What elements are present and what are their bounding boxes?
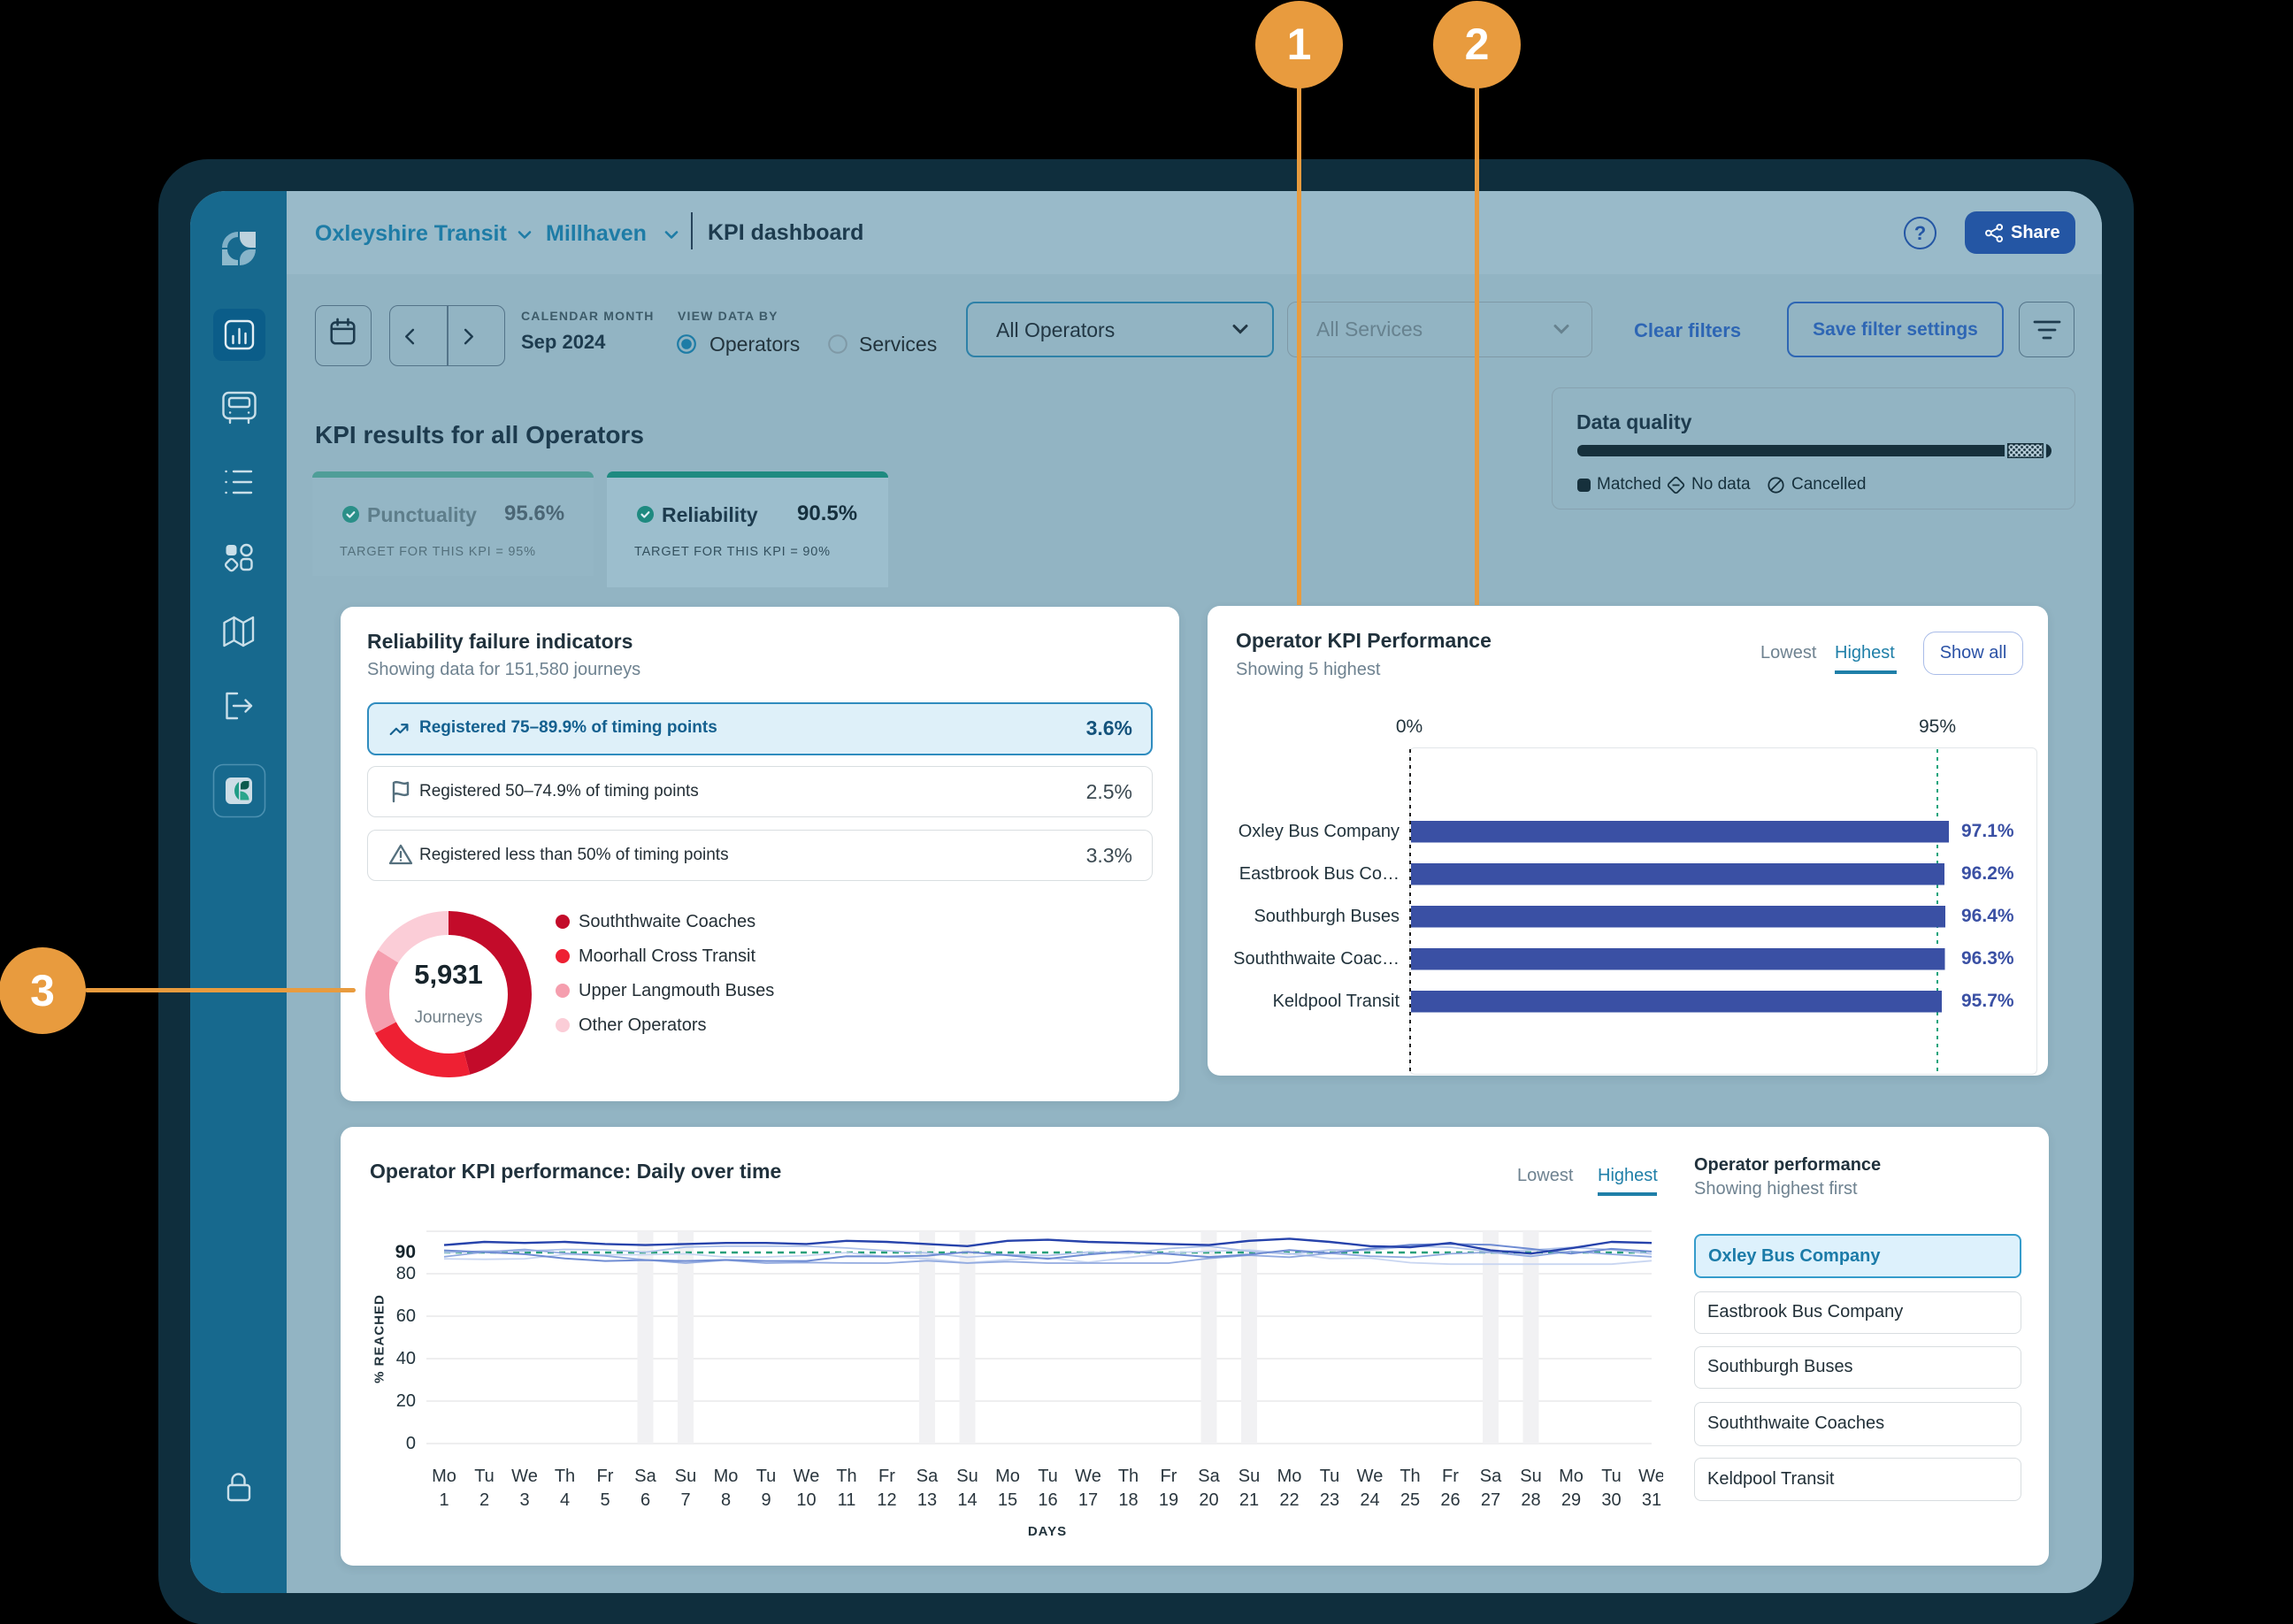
svg-text:27: 27 [1481, 1490, 1500, 1510]
svg-text:We: We [1638, 1467, 1663, 1486]
svg-text:16: 16 [1038, 1490, 1057, 1510]
svg-text:23: 23 [1320, 1490, 1339, 1510]
svg-text:9: 9 [761, 1490, 771, 1510]
svg-text:30: 30 [1601, 1490, 1621, 1510]
svg-text:8: 8 [721, 1490, 731, 1510]
svg-text:26: 26 [1440, 1490, 1460, 1510]
svg-text:Su: Su [1520, 1467, 1541, 1486]
svg-text:Sa: Sa [1480, 1467, 1502, 1486]
svg-text:Su: Su [675, 1467, 696, 1486]
svg-text:6: 6 [640, 1490, 650, 1510]
svg-text:Sa: Sa [634, 1467, 656, 1486]
svg-text:Sa: Sa [916, 1467, 939, 1486]
svg-text:13: 13 [917, 1490, 937, 1510]
svg-text:Su: Su [1239, 1467, 1260, 1486]
svg-text:25: 25 [1400, 1490, 1420, 1510]
svg-text:28: 28 [1521, 1490, 1540, 1510]
svg-text:1: 1 [439, 1490, 449, 1510]
svg-text:We: We [511, 1467, 538, 1486]
svg-text:Su: Su [956, 1467, 978, 1486]
svg-text:17: 17 [1078, 1490, 1098, 1510]
svg-text:7: 7 [680, 1490, 690, 1510]
svg-text:Fr: Fr [597, 1467, 614, 1486]
svg-text:Mo: Mo [1559, 1467, 1584, 1486]
svg-text:11: 11 [838, 1490, 856, 1510]
svg-text:12: 12 [877, 1490, 896, 1510]
svg-text:31: 31 [1642, 1490, 1661, 1510]
svg-text:14: 14 [957, 1490, 977, 1510]
svg-text:21: 21 [1239, 1490, 1259, 1510]
svg-text:2: 2 [479, 1490, 489, 1510]
svg-text:Tu: Tu [1320, 1467, 1340, 1486]
svg-text:15: 15 [998, 1490, 1017, 1510]
svg-text:We: We [1357, 1467, 1384, 1486]
svg-text:Th: Th [1400, 1467, 1420, 1486]
svg-text:Mo: Mo [714, 1467, 739, 1486]
svg-text:24: 24 [1360, 1490, 1379, 1510]
svg-text:29: 29 [1561, 1490, 1581, 1510]
svg-text:Th: Th [555, 1467, 575, 1486]
svg-text:Tu: Tu [756, 1467, 777, 1486]
svg-text:Tu: Tu [474, 1467, 495, 1486]
svg-text:Tu: Tu [1601, 1467, 1622, 1486]
svg-text:10: 10 [796, 1490, 816, 1510]
svg-text:18: 18 [1118, 1490, 1138, 1510]
svg-text:Fr: Fr [1161, 1467, 1177, 1486]
svg-text:Mo: Mo [995, 1467, 1020, 1486]
svg-text:Fr: Fr [878, 1467, 895, 1486]
svg-text:Mo: Mo [1277, 1467, 1302, 1486]
svg-text:Fr: Fr [1442, 1467, 1459, 1486]
svg-text:22: 22 [1279, 1490, 1299, 1510]
svg-text:Tu: Tu [1038, 1467, 1058, 1486]
svg-text:Sa: Sa [1198, 1467, 1220, 1486]
svg-text:20: 20 [1199, 1490, 1218, 1510]
svg-text:Th: Th [836, 1467, 856, 1486]
svg-text:We: We [1075, 1467, 1101, 1486]
svg-text:4: 4 [560, 1490, 570, 1510]
svg-text:5: 5 [600, 1490, 610, 1510]
svg-text:Mo: Mo [432, 1467, 456, 1486]
svg-text:We: We [794, 1467, 820, 1486]
svg-text:19: 19 [1159, 1490, 1178, 1510]
svg-text:3: 3 [519, 1490, 529, 1510]
svg-text:Th: Th [1118, 1467, 1139, 1486]
